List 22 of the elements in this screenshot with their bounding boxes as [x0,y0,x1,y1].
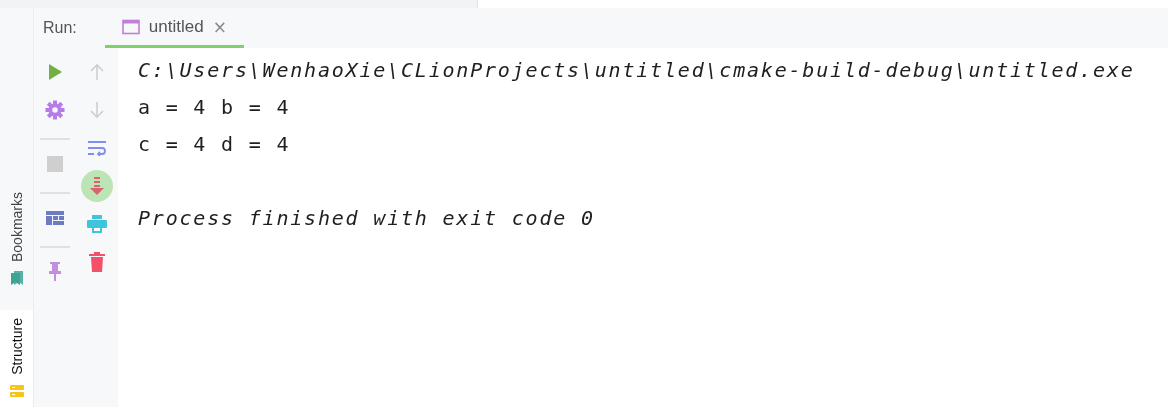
settings-icon [45,100,65,120]
bookmark-icon [8,270,25,287]
stop-icon [47,156,63,172]
output-line: a = 4 b = 4 [138,95,291,119]
window-icon [121,18,140,35]
print-icon [87,215,107,233]
run-label: Run: [43,19,77,37]
scroll-to-end-button[interactable] [81,170,113,202]
output-line: Process finished with exit code 0 [138,206,595,230]
pin-icon [48,262,62,282]
scroll-to-end-icon [89,176,105,196]
down-arrow-icon [88,101,106,119]
layout-icon [46,211,64,225]
output-line: C:\Users\WenhaoXie\CLionProjects\untitled\cmake-build-debug\untitled.exe [138,58,1135,82]
structure-icon [8,383,25,399]
up-arrow-icon [88,63,106,81]
side-tab[interactable]: Structure [0,310,33,407]
trash-icon [89,252,105,272]
side-tab[interactable]: Bookmarks [0,184,33,295]
wrap-icon [87,140,107,156]
run-icon [46,63,64,81]
output-line: c = 4 d = 4 [138,132,291,156]
